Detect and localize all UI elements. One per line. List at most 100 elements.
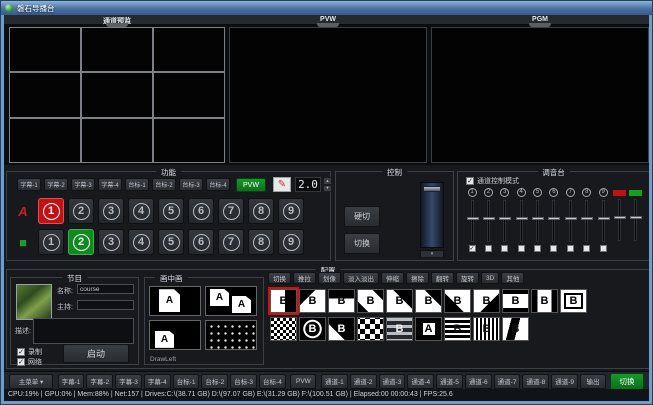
transition-pattern-1-10[interactable]: B xyxy=(531,289,558,313)
fader-thumb[interactable] xyxy=(581,217,593,220)
preview-cell-6[interactable] xyxy=(153,72,225,117)
preview-channel-4[interactable]: 4 xyxy=(128,229,154,255)
record-option[interactable]: ✓ 录制 xyxy=(17,347,42,357)
fader-thumb[interactable] xyxy=(598,217,610,220)
transition-tab-2[interactable]: 推拉 xyxy=(293,272,316,284)
pip-layout-1[interactable]: A xyxy=(149,286,201,316)
fader-thumb[interactable] xyxy=(548,217,560,220)
network-option[interactable]: ✓ 网络 xyxy=(17,357,42,367)
preview-cell-8[interactable] xyxy=(81,118,153,163)
toolbar-channel-button-6[interactable]: 通道-6 xyxy=(465,374,492,389)
function-button-5[interactable]: 台标-1 xyxy=(125,178,149,191)
mixer-fader-9[interactable] xyxy=(602,200,605,242)
pvw-send-button[interactable]: PVW xyxy=(236,178,266,192)
toolbar-switch-button[interactable]: 切换 xyxy=(610,373,644,390)
toolbar-sub-button-2[interactable]: 字幕-2 xyxy=(86,374,113,389)
transition-pattern-1-4[interactable]: B xyxy=(357,289,384,313)
start-button[interactable]: 启动 xyxy=(63,344,129,363)
toolbar-channel-button-5[interactable]: 通道-5 xyxy=(436,374,463,389)
function-button-2[interactable]: 字幕-2 xyxy=(44,178,68,191)
fader-thumb[interactable] xyxy=(467,217,479,220)
program-channel-1[interactable]: 1 xyxy=(38,198,64,224)
preview-channel-8[interactable]: 8 xyxy=(248,229,274,255)
toolbar-channel-button-9[interactable]: 通道-9 xyxy=(551,374,578,389)
mixer-fader-6[interactable] xyxy=(552,200,555,242)
program-master-fader[interactable] xyxy=(618,199,621,241)
preview-channel-9[interactable]: 9 xyxy=(278,229,304,255)
toolbar-channel-button-3[interactable]: 通道-3 xyxy=(379,374,406,389)
toolbar-channel-button-2[interactable]: 通道-2 xyxy=(350,374,377,389)
pip-layout-2[interactable]: AA xyxy=(205,286,257,316)
preview-channel-7[interactable]: 7 xyxy=(218,229,244,255)
transition-pattern-1-8[interactable]: B xyxy=(473,289,500,313)
fader-thumb[interactable] xyxy=(532,217,544,220)
fader-thumb[interactable] xyxy=(516,217,528,220)
transition-pattern-2-5[interactable]: B xyxy=(386,317,413,341)
preview-cell-4[interactable] xyxy=(9,72,81,117)
transition-tab-4[interactable]: 淡入淡出 xyxy=(343,272,379,284)
preview-channel-6[interactable]: 6 xyxy=(188,229,214,255)
mixer-channel-checkbox-6[interactable] xyxy=(550,245,557,252)
fader-thumb[interactable] xyxy=(499,217,511,220)
program-channel-6[interactable]: 6 xyxy=(188,198,214,224)
toolbar-channel-button-8[interactable]: 通道-8 xyxy=(522,374,549,389)
mixer-fader-8[interactable] xyxy=(585,200,588,242)
transition-tab-8[interactable]: 旋转 xyxy=(456,272,479,284)
transition-pattern-1-9[interactable]: B xyxy=(502,289,529,313)
mixer-fader-7[interactable] xyxy=(569,200,572,242)
main-menu-button[interactable]: 主菜单 ▾ xyxy=(9,374,53,389)
duration-up-button[interactable]: ▲ xyxy=(323,177,332,185)
transition-tab-9[interactable]: 3D xyxy=(481,272,499,284)
mixer-fader-4[interactable] xyxy=(520,200,523,242)
t-bar-fader[interactable] xyxy=(420,182,444,248)
toolbar-sub-button-4[interactable]: 字幕-4 xyxy=(144,374,171,389)
mixer-channel-checkbox-5[interactable] xyxy=(534,245,541,252)
function-button-7[interactable]: 台标-3 xyxy=(179,178,203,191)
mixer-channel-checkbox-3[interactable] xyxy=(501,245,508,252)
record-checkbox[interactable]: ✓ xyxy=(17,348,25,356)
transition-tab-3[interactable]: 划像 xyxy=(318,272,341,284)
toolbar-channel-button-7[interactable]: 通道-7 xyxy=(494,374,521,389)
mixer-channel-checkbox-1[interactable]: ✓ xyxy=(469,245,476,252)
mixer-channel-checkbox-4[interactable] xyxy=(518,245,525,252)
transition-pattern-2-9[interactable]: B xyxy=(502,317,529,341)
function-button-4[interactable]: 字幕-4 xyxy=(98,178,122,191)
transition-pattern-1-1[interactable]: B xyxy=(270,289,297,313)
mixer-channel-checkbox-2[interactable] xyxy=(485,245,492,252)
channel-control-mode[interactable]: ✓ 通道控制模式 xyxy=(466,176,519,186)
t-bar-handle[interactable] xyxy=(423,186,441,192)
preview-cell-9[interactable] xyxy=(153,118,225,163)
preview-channel-5[interactable]: 5 xyxy=(158,229,184,255)
transition-tab-7[interactable]: 翻转 xyxy=(431,272,454,284)
transition-pattern-1-2[interactable]: B xyxy=(299,289,326,313)
name-input[interactable] xyxy=(77,284,134,294)
title-bar[interactable]: 磐石导播台 xyxy=(1,1,652,15)
mixer-fader-5[interactable] xyxy=(536,200,539,242)
function-button-3[interactable]: 字幕-3 xyxy=(71,178,95,191)
transition-tab-6[interactable]: 擦除 xyxy=(406,272,429,284)
transition-pattern-2-1[interactable] xyxy=(270,317,297,341)
transition-pattern-1-11[interactable]: B xyxy=(560,289,587,313)
toolbar-sub-button-5[interactable]: 台标-1 xyxy=(173,374,200,389)
pip-layout-4[interactable] xyxy=(205,320,257,350)
fader-thumb[interactable] xyxy=(614,216,626,219)
preview-cell-2[interactable] xyxy=(81,27,153,72)
transition-pattern-2-6[interactable]: A xyxy=(415,317,442,341)
network-checkbox[interactable]: ✓ xyxy=(17,358,25,366)
preview-channel-1[interactable]: 1 xyxy=(38,229,64,255)
duration-down-button[interactable]: ▼ xyxy=(323,185,332,193)
output-button[interactable]: 输出 xyxy=(580,374,606,389)
toolbar-sub-button-3[interactable]: 字幕-3 xyxy=(115,374,142,389)
transition-pattern-2-8[interactable]: B xyxy=(473,317,500,341)
preview-cell-3[interactable] xyxy=(153,27,225,72)
collapse-handle[interactable] xyxy=(529,23,551,27)
mixer-fader-3[interactable] xyxy=(503,200,506,242)
transition-tab-1[interactable]: 切换 xyxy=(268,272,291,284)
program-channel-5[interactable]: 5 xyxy=(158,198,184,224)
t-bar-spinner[interactable]: ▾ xyxy=(420,250,444,258)
transition-pattern-2-4[interactable] xyxy=(357,317,384,341)
preview-channel-2[interactable]: 2 xyxy=(68,229,94,255)
transition-pattern-1-6[interactable]: B xyxy=(415,289,442,313)
transition-tab-10[interactable]: 其他 xyxy=(501,272,524,284)
transition-pattern-1-5[interactable]: B xyxy=(386,289,413,313)
